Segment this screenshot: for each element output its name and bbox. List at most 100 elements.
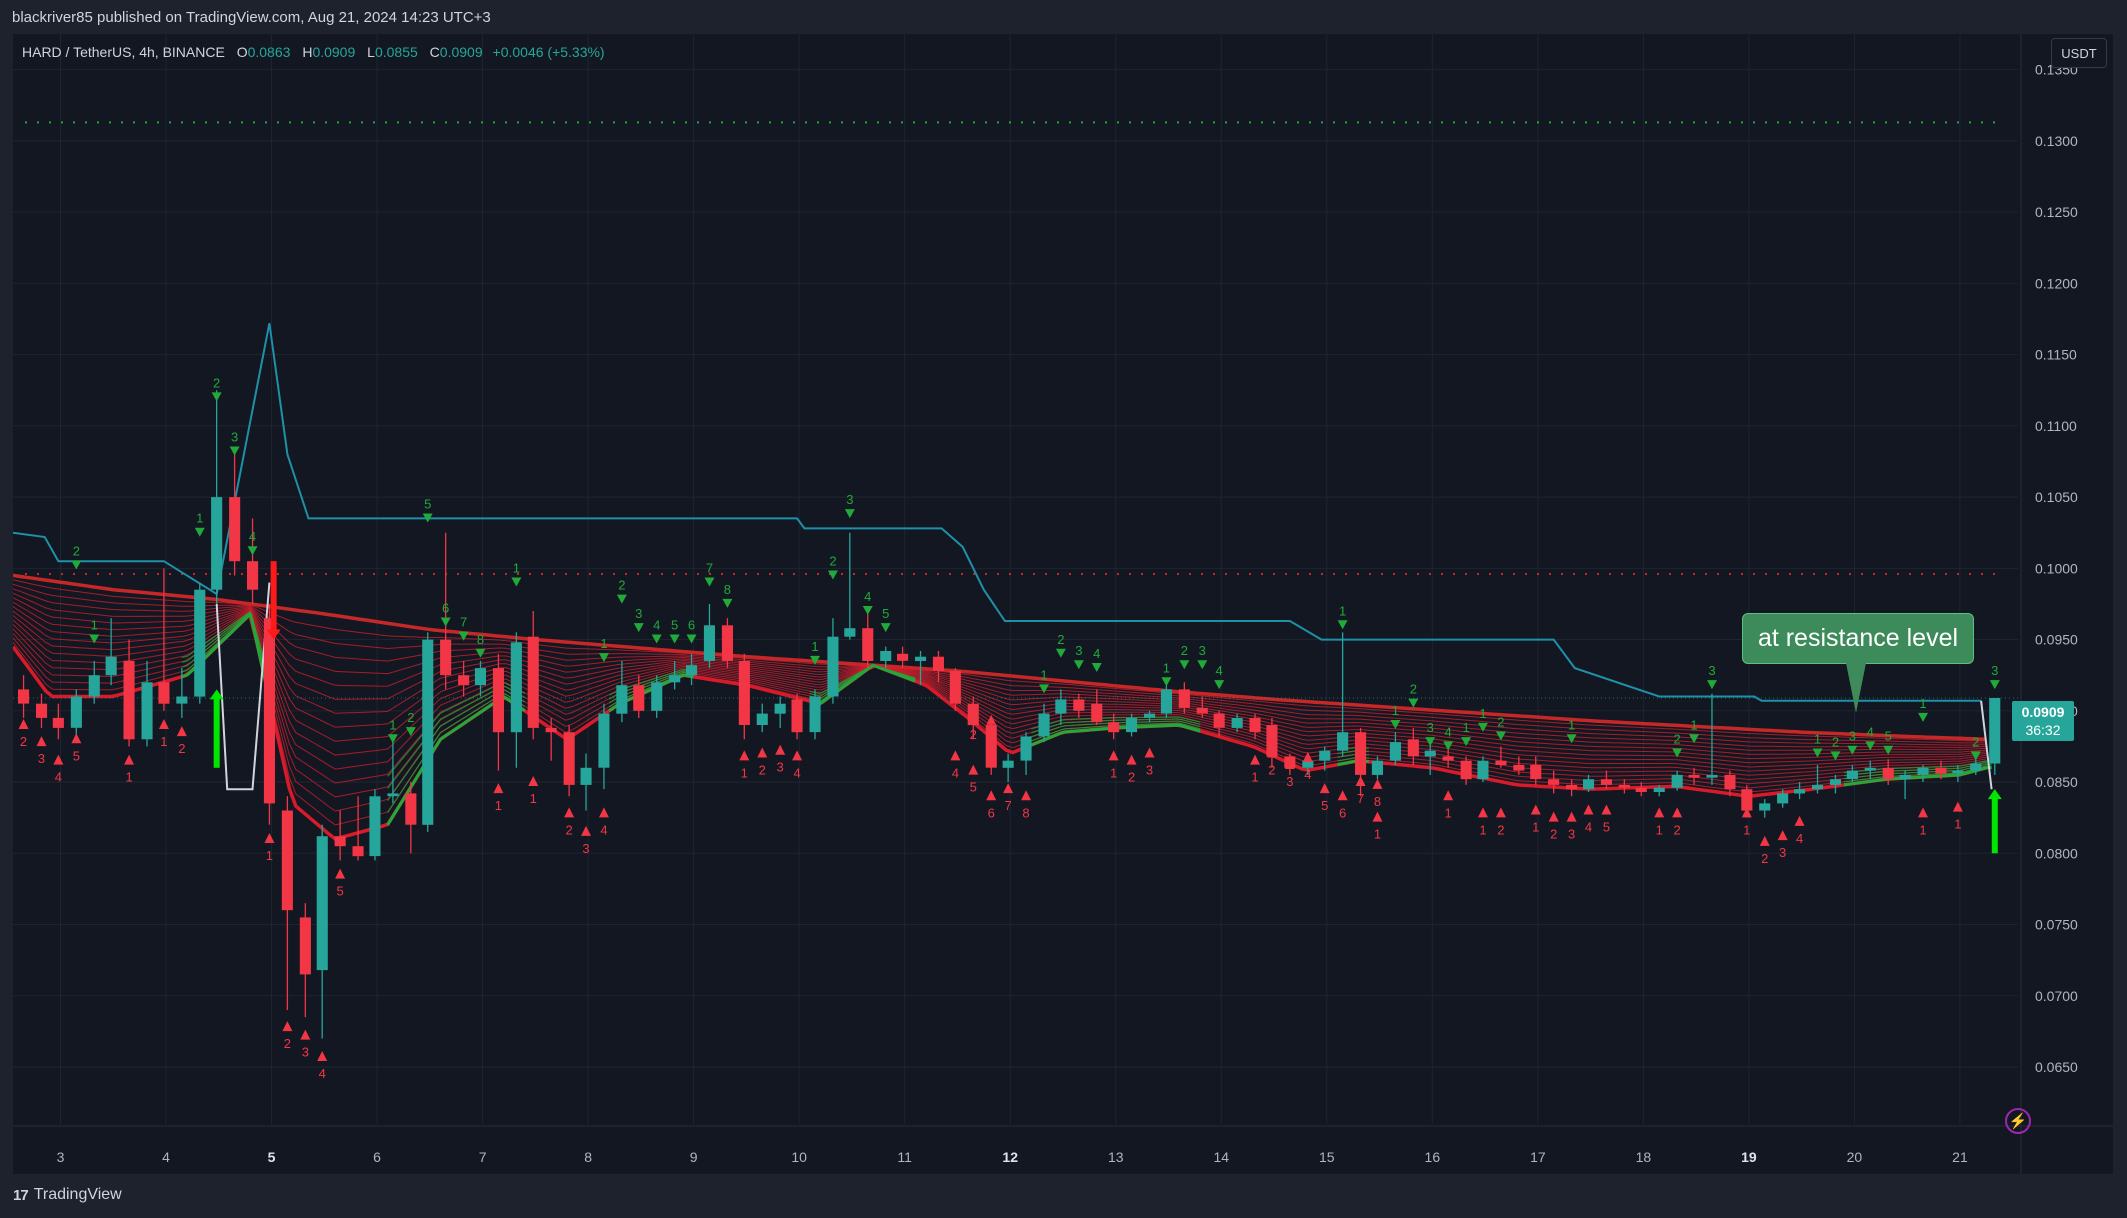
- candle-body: [563, 732, 575, 785]
- td-buy-triangle: [1461, 737, 1472, 747]
- buy-signal-arrow: [213, 697, 220, 768]
- candle-body: [1759, 803, 1771, 811]
- td-count-label: 7: [1357, 791, 1364, 806]
- td-sell-triangle: [1372, 811, 1383, 822]
- candle-body: [897, 653, 909, 661]
- candle-body: [1231, 717, 1243, 728]
- candle-body: [809, 696, 821, 733]
- ohlc-legend: HARD / TetherUS, 4h, BINANCE O0.0863 H0.…: [22, 44, 605, 60]
- td-count-label: 6: [442, 600, 449, 615]
- low-label: L: [367, 44, 375, 60]
- td-count-label: 3: [38, 751, 45, 766]
- td-count-label: 3: [1427, 720, 1434, 735]
- chart-svg[interactable]: 234511 2123451 12341 2 3 42 3456 7 81 2 3 1 23 45 67 81…: [13, 34, 2113, 1174]
- td-sell-triangle: [1794, 815, 1805, 826]
- candle-body: [1002, 760, 1014, 768]
- td-sell-triangle: [300, 1029, 311, 1040]
- currency-button[interactable]: USDT: [2051, 38, 2107, 68]
- candle-body: [633, 685, 645, 711]
- candle-body: [194, 589, 206, 697]
- td-buy-triangle: [1812, 748, 1823, 758]
- candle-body: [1899, 774, 1911, 780]
- candle-body: [1989, 698, 2001, 764]
- td-sell-triangle: [950, 750, 961, 761]
- td-buy-triangle: [1989, 680, 2000, 690]
- candle-body: [458, 675, 470, 686]
- x-tick-label: 19: [1741, 1149, 1757, 1165]
- candle-body: [422, 639, 434, 825]
- candle-body: [1038, 713, 1050, 737]
- candle-body: [703, 625, 715, 661]
- td-count-label: 2: [213, 375, 220, 390]
- candle-body: [949, 670, 961, 704]
- candle-body: [229, 497, 241, 562]
- candle-body: [176, 696, 188, 704]
- td-sell-triangle: [1477, 807, 1488, 818]
- candle-body: [352, 846, 364, 857]
- td-count-label: 2: [566, 822, 573, 837]
- td-sell-triangle: [1337, 790, 1348, 801]
- td-sell-triangle: [493, 783, 504, 794]
- tradingview-logo[interactable]: 17 TradingView: [13, 1186, 122, 1204]
- candle-body: [598, 713, 610, 768]
- td-buy-triangle: [1918, 712, 1929, 722]
- x-tick-label: 18: [1636, 1149, 1652, 1165]
- candle-body: [18, 689, 30, 704]
- td-sell-triangle: [1672, 807, 1683, 818]
- candle-body: [1160, 689, 1172, 714]
- candle-body: [405, 793, 417, 825]
- candle-body: [1249, 717, 1261, 733]
- candle-body: [36, 703, 48, 718]
- td-count-label: 4: [1796, 831, 1803, 846]
- td-count-label: 4: [55, 770, 62, 785]
- td-count-label: 1: [1532, 820, 1539, 835]
- ribbon-bull-line: [387, 685, 526, 789]
- candle-body: [1144, 713, 1156, 718]
- x-tick-label: 21: [1952, 1149, 1968, 1165]
- td-sell-triangle: [581, 825, 592, 836]
- candle-body: [492, 668, 504, 733]
- td-sell-triangle: [1654, 807, 1665, 818]
- candle-body: [1196, 707, 1208, 714]
- high-label: H: [302, 44, 313, 60]
- td-count-label: 3: [582, 841, 589, 856]
- td-count-label: 5: [1321, 798, 1328, 813]
- td-count-label: 1: [389, 717, 396, 732]
- candle-body: [299, 917, 311, 975]
- td-count-label: 2: [1181, 643, 1188, 658]
- td-count-label: 4: [793, 765, 800, 780]
- chart-area[interactable]: 2345112123451123412342345678123123456781…: [13, 34, 2113, 1174]
- candle-body: [1600, 779, 1612, 785]
- candle-body: [915, 656, 927, 661]
- td-count-label: 1: [160, 734, 167, 749]
- x-tick-label: 3: [57, 1149, 65, 1165]
- td-count-label: 1: [1479, 822, 1486, 837]
- symbol-title[interactable]: HARD / TetherUS, 4h, BINANCE: [22, 44, 225, 60]
- candle-body: [686, 665, 698, 676]
- candle-body: [1178, 689, 1190, 708]
- td-count-label: 3: [302, 1045, 309, 1060]
- resistance-callout[interactable]: at resistance level: [1742, 613, 1974, 664]
- y-tick-label: 0.0950: [2035, 632, 2078, 648]
- td-buy-triangle: [211, 392, 222, 402]
- x-tick-label: 5: [268, 1149, 276, 1165]
- td-buy-triangle: [880, 623, 891, 633]
- td-count-label: 4: [1216, 663, 1223, 678]
- candle-body: [756, 713, 768, 725]
- candle-body: [1635, 787, 1647, 792]
- td-sell-triangle: [264, 833, 275, 844]
- candle-body: [105, 656, 117, 676]
- candle-body: [1741, 789, 1753, 811]
- td-count-label: 4: [249, 529, 256, 544]
- td-count-label: 1: [1374, 827, 1381, 842]
- td-count-label: 1: [495, 798, 502, 813]
- y-tick-label: 0.0700: [2035, 988, 2078, 1004]
- candle-body: [1389, 742, 1401, 761]
- y-tick-label: 0.1200: [2035, 275, 2078, 291]
- candle-body: [651, 682, 663, 711]
- td-sell-triangle: [1003, 783, 1014, 794]
- candle-body: [474, 668, 486, 686]
- td-count-label: 1: [1110, 765, 1117, 780]
- lightning-icon[interactable]: ⚡: [2005, 1108, 2031, 1134]
- open-value: 0.0863: [247, 44, 291, 60]
